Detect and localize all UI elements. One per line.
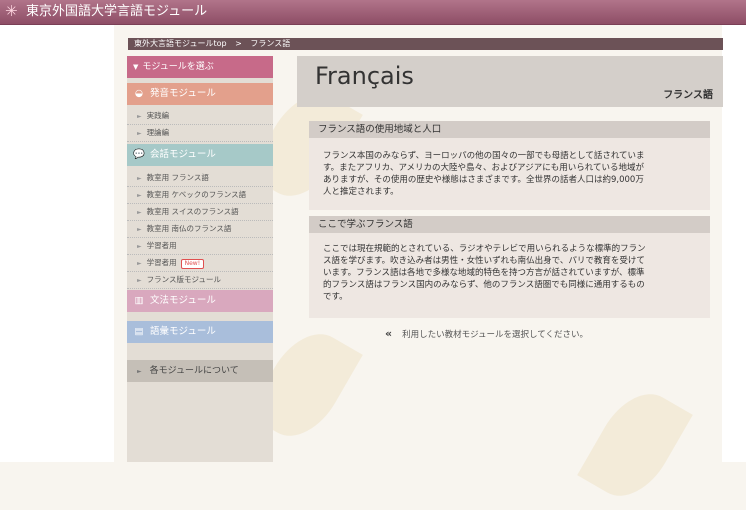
sidebar-item-conversation[interactable]: 💬 会話モジュール bbox=[127, 144, 273, 166]
section-body-learn: ここでは現在規範的とされている、ラジオやテレビで用いられるような標準的フラン ス… bbox=[309, 233, 710, 318]
paragraph-line: フランス本国のみならず、ヨーロッパの他の国々の一部でも母語として話されていま bbox=[323, 151, 645, 161]
section-body-usage: フランス本国のみならず、ヨーロッパの他の国々の一部でも母語として話されていま す… bbox=[309, 138, 710, 210]
sidebar-subitem-label: 実践編 bbox=[146, 111, 170, 120]
breadcrumb: 東外大言語モジュールtop > フランス語 bbox=[128, 38, 723, 50]
site-title[interactable]: 東京外国語大学言語モジュール bbox=[26, 3, 207, 20]
sidebar-subitem-label: 教室用 ケベックのフランス語 bbox=[146, 190, 247, 199]
sidebar-subitem-label: 学習者用 bbox=[146, 241, 177, 250]
selection-prompt: « 利用したい教材モジュールを選択してください。 bbox=[385, 327, 588, 340]
breadcrumb-separator: > bbox=[235, 39, 242, 48]
bullet-icon: ► bbox=[137, 130, 142, 137]
paragraph-line: ここでは現在規範的とされている、ラジオやテレビで用いられるような標準的フラン bbox=[323, 244, 646, 254]
book-icon: ▥ bbox=[134, 295, 144, 306]
paragraph-line: 人と推定されます。 bbox=[323, 187, 399, 197]
leaf-decoration bbox=[577, 379, 693, 510]
breadcrumb-home[interactable]: 東外大言語モジュールtop bbox=[134, 38, 227, 50]
sidebar-item-pronunciation[interactable]: ◒ 発音モジュール bbox=[127, 83, 273, 105]
smile-icon: ◒ bbox=[134, 88, 144, 99]
bullet-icon: ► bbox=[137, 209, 142, 216]
bullet-icon: ► bbox=[137, 277, 142, 284]
page-margin-right bbox=[722, 24, 746, 462]
bullet-icon: ► bbox=[137, 175, 142, 182]
sidebar-subitem-classroom-south[interactable]: ► 教室用 南仏のフランス語 bbox=[127, 221, 273, 238]
sidebar-subitem-learner-new[interactable]: ► 学習者用 New! bbox=[127, 255, 273, 272]
sidebar-item-grammar[interactable]: ▥ 文法モジュール bbox=[127, 290, 273, 312]
sidebar-subitem-label: 理論編 bbox=[146, 128, 170, 137]
sidebar-item-label: 発音モジュール bbox=[150, 88, 216, 99]
site-header: ✳ 東京外国語大学言語モジュール bbox=[0, 0, 746, 25]
sidebar-item-label: 会話モジュール bbox=[150, 149, 216, 160]
snowflake-icon: ✳ bbox=[5, 2, 18, 20]
paragraph-line: ス語を学びます。吹き込み者は男性・女性いずれも南仏出身で、パリで教育を受けて bbox=[323, 256, 645, 266]
sidebar-subitem-practice[interactable]: ► 実践編 bbox=[127, 108, 273, 125]
speech-bubble-icon: 💬 bbox=[133, 149, 145, 160]
section-heading-text: フランス語の使用地域と人口 bbox=[318, 124, 442, 135]
sidebar-subitem-label: 教室用 フランス語 bbox=[146, 173, 209, 182]
module-select-heading: ▼ モジュールを選ぶ bbox=[127, 56, 273, 78]
section-heading-text: ここで学ぶフランス語 bbox=[318, 219, 413, 230]
paragraph-line: います。フランス語は各地で多様な地域的特色を持つ方言が話されていますが、標準 bbox=[323, 268, 645, 278]
bullet-icon: ► bbox=[137, 260, 142, 267]
sidebar-subitem-french-version[interactable]: ► フランス版モジュール bbox=[127, 272, 273, 289]
sidebar-subitem-classroom-french[interactable]: ► 教室用 フランス語 bbox=[127, 170, 273, 187]
paragraph-line: す。またアフリカ、アメリカの大陸や島々、およびアジアにも用いられている地域が bbox=[323, 163, 644, 173]
new-badge: New! bbox=[180, 259, 205, 269]
bullet-icon: ► bbox=[137, 192, 142, 199]
bullet-icon: ► bbox=[137, 368, 142, 375]
section-heading-learn: ここで学ぶフランス語 bbox=[309, 216, 710, 233]
sidebar-item-vocabulary[interactable]: ▤ 語彙モジュール bbox=[127, 321, 273, 343]
section-heading-usage: フランス語の使用地域と人口 bbox=[309, 121, 710, 138]
selection-prompt-text: 利用したい教材モジュールを選択してください。 bbox=[402, 330, 589, 340]
bullet-icon: ► bbox=[137, 113, 142, 120]
sidebar-subitem-label: 学習者用 bbox=[146, 258, 177, 267]
triangle-down-icon: ▼ bbox=[133, 63, 139, 71]
document-icon: ▤ bbox=[134, 326, 144, 337]
sidebar-subitem-label: フランス版モジュール bbox=[146, 275, 221, 284]
sidebar-subitem-classroom-quebec[interactable]: ► 教室用 ケベックのフランス語 bbox=[127, 187, 273, 204]
bullet-icon: ► bbox=[137, 243, 142, 250]
bullet-icon: ► bbox=[137, 226, 142, 233]
page-title: Français bbox=[315, 62, 414, 90]
sidebar-subitem-classroom-swiss[interactable]: ► 教室用 スイスのフランス語 bbox=[127, 204, 273, 221]
sidebar-item-label: 各モジュールについて bbox=[149, 366, 239, 376]
sidebar-subitem-label: 教室用 スイスのフランス語 bbox=[146, 207, 239, 216]
breadcrumb-current: フランス語 bbox=[250, 39, 291, 48]
paragraph-line: 的フランス語はフランス国内のみならず、他のフランス語圏でも同様に通用するもの bbox=[323, 280, 645, 290]
page-margin-left bbox=[0, 24, 114, 462]
sidebar-item-about[interactable]: ► 各モジュールについて bbox=[127, 360, 273, 382]
double-chevron-left-icon: « bbox=[385, 327, 393, 340]
page-subtitle: フランス語 bbox=[663, 90, 713, 101]
sidebar-item-label: 文法モジュール bbox=[150, 295, 216, 306]
sidebar-item-label: 語彙モジュール bbox=[150, 326, 216, 337]
paragraph-line: ありますが、その使用の歴史や様態はさまざまです。全世界の話者人口は約9,000万 bbox=[323, 175, 644, 185]
sidebar-subitem-label: 教室用 南仏のフランス語 bbox=[146, 224, 232, 233]
language-title-box: Français フランス語 bbox=[297, 56, 723, 107]
sidebar-subitem-learner[interactable]: ► 学習者用 bbox=[127, 238, 273, 255]
module-select-label: モジュールを選ぶ bbox=[142, 62, 214, 72]
paragraph-line: です。 bbox=[323, 292, 348, 302]
sidebar-subitem-theory[interactable]: ► 理論編 bbox=[127, 125, 273, 142]
